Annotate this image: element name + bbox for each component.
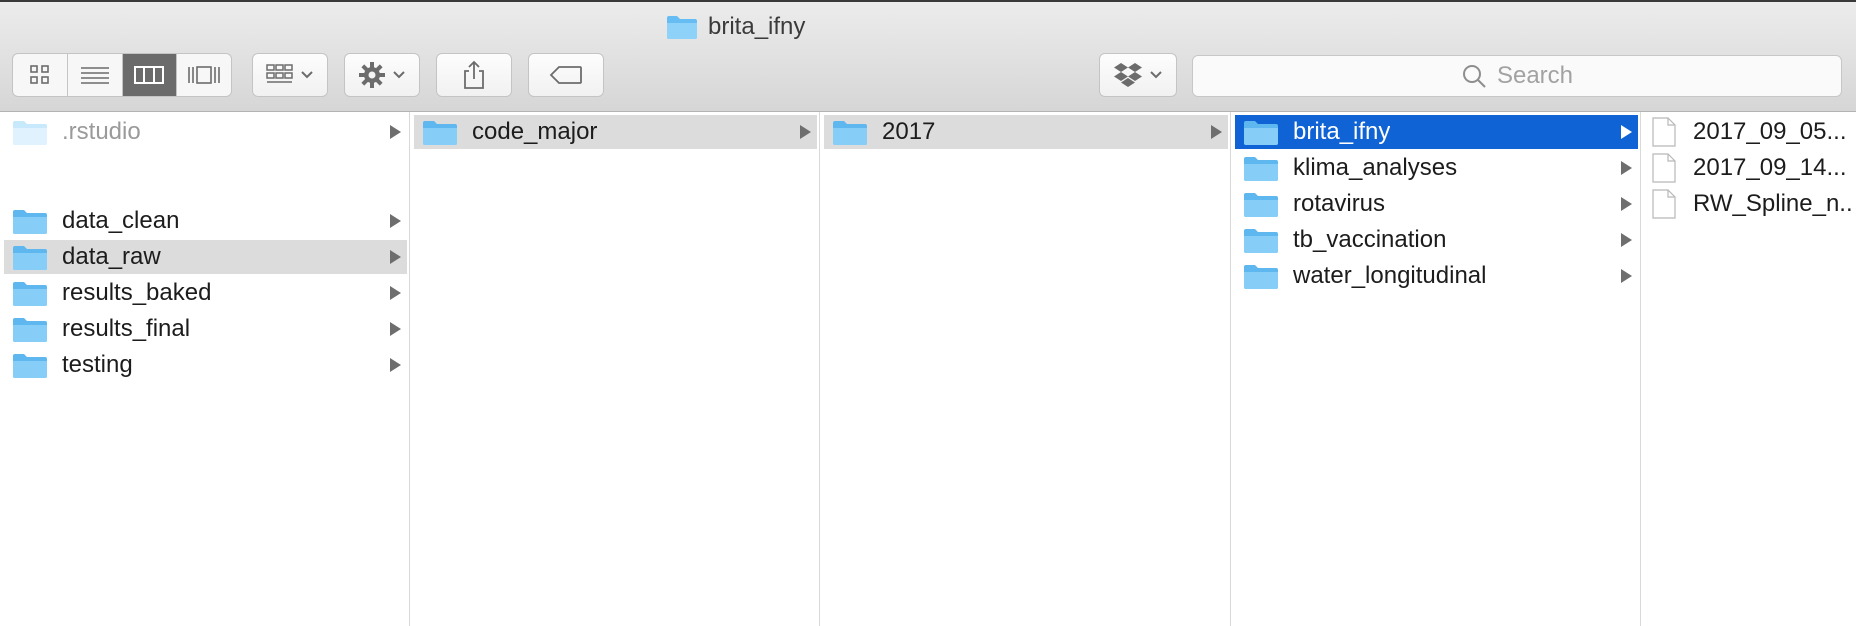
disclosure-arrow-icon xyxy=(390,214,401,228)
action-button[interactable] xyxy=(344,53,420,97)
folder-icon xyxy=(13,121,47,145)
item-name: results_final xyxy=(62,315,191,342)
folder-row[interactable]: testing xyxy=(4,348,407,382)
item-name: tb_vaccination xyxy=(1293,226,1447,253)
item-name: testing xyxy=(62,351,133,378)
item-name: 2017_09_14... xyxy=(1693,154,1847,181)
item-name: klima_analyses xyxy=(1293,154,1458,181)
disclosure-arrow-icon xyxy=(1621,197,1632,211)
folder-icon xyxy=(13,318,47,342)
column-5[interactable]: 2017_09_05... 2017_09_14... RW_Spline_n... xyxy=(1641,112,1856,626)
column-2[interactable]: code_major xyxy=(410,112,820,626)
item-name: water_longitudinal xyxy=(1293,262,1487,289)
folder-row[interactable]: water_longitudinal xyxy=(1235,259,1638,293)
folder-row[interactable]: brita_ifny xyxy=(1235,115,1638,149)
folder-icon xyxy=(667,16,697,39)
dropbox-button[interactable] xyxy=(1099,53,1177,97)
document-icon xyxy=(1652,189,1676,219)
list-icon xyxy=(80,67,109,84)
gallery-icon xyxy=(188,66,220,84)
file-row[interactable]: RW_Spline_n... xyxy=(1645,187,1854,221)
folder-row[interactable]: data_clean xyxy=(4,204,407,238)
folder-row[interactable]: .rstudio xyxy=(4,115,407,149)
folder-row[interactable]: 2017 xyxy=(824,115,1228,149)
dropbox-icon xyxy=(1114,63,1142,87)
item-name: results_baked xyxy=(62,279,212,306)
share-icon xyxy=(464,60,484,89)
disclosure-arrow-icon xyxy=(390,322,401,336)
folder-row[interactable]: tb_vaccination xyxy=(1235,223,1638,257)
folder-icon xyxy=(13,354,47,378)
item-name: 2017_09_05... xyxy=(1693,118,1847,145)
item-name: data_raw xyxy=(62,243,161,270)
item-name: 2017 xyxy=(882,118,936,145)
tag-icon xyxy=(549,66,582,84)
folder-row[interactable]: klima_analyses xyxy=(1235,151,1638,185)
folder-icon xyxy=(1244,229,1278,253)
folder-icon xyxy=(423,121,457,145)
search-placeholder: Search xyxy=(1496,62,1574,89)
folder-icon xyxy=(13,246,47,270)
column-browser: .rstudio data_clean data_raw results_baked r… xyxy=(0,112,1856,626)
gallery-view-button[interactable] xyxy=(177,54,231,96)
item-name: code_major xyxy=(472,118,598,145)
window-toolbar: brita_ifny Search xyxy=(0,0,1856,112)
disclosure-arrow-icon xyxy=(1621,125,1632,139)
item-name: brita_ifny xyxy=(1293,118,1391,145)
item-name: .rstudio xyxy=(62,118,141,145)
column-3[interactable]: 2017 xyxy=(820,112,1231,626)
window-title: brita_ifny xyxy=(666,12,805,42)
arrange-button[interactable] xyxy=(252,53,328,97)
disclosure-arrow-icon xyxy=(800,125,811,139)
arrange-icon xyxy=(266,64,293,83)
folder-icon xyxy=(1244,265,1278,289)
item-name: data_clean xyxy=(62,207,180,234)
view-mode-control xyxy=(12,53,232,97)
folder-row[interactable]: results_final xyxy=(4,312,407,346)
document-icon xyxy=(1652,153,1676,183)
search-field[interactable]: Search xyxy=(1192,55,1842,97)
file-row[interactable]: 2017_09_05... xyxy=(1645,115,1854,149)
columns-icon xyxy=(134,66,165,84)
folder-icon xyxy=(13,282,47,306)
disclosure-arrow-icon xyxy=(390,250,401,264)
chevron-down-icon xyxy=(301,71,313,79)
document-icon xyxy=(1652,117,1676,147)
grid-icon xyxy=(30,65,49,84)
column-4[interactable]: brita_ifny klima_analyses rotavirus tb_vacc… xyxy=(1231,112,1641,626)
disclosure-arrow-icon xyxy=(390,358,401,372)
column-view-button[interactable] xyxy=(122,54,178,96)
folder-icon xyxy=(1244,157,1278,181)
folder-row[interactable]: rotavirus xyxy=(1235,187,1638,221)
tag-button[interactable] xyxy=(528,53,604,97)
item-name: RW_Spline_n... xyxy=(1693,190,1854,217)
icon-view-button[interactable] xyxy=(13,54,68,96)
folder-icon xyxy=(833,121,867,145)
folder-row[interactable]: data_raw xyxy=(4,240,407,274)
folder-icon xyxy=(13,210,47,234)
chevron-down-icon xyxy=(1150,71,1162,79)
window-title-text: brita_ifny xyxy=(708,13,806,40)
disclosure-arrow-icon xyxy=(1621,269,1632,283)
disclosure-arrow-icon xyxy=(390,286,401,300)
file-row[interactable]: 2017_09_14... xyxy=(1645,151,1854,185)
chevron-down-icon xyxy=(393,71,405,79)
disclosure-arrow-icon xyxy=(390,125,401,139)
gear-icon xyxy=(359,62,385,88)
search-icon xyxy=(1462,65,1486,88)
disclosure-arrow-icon xyxy=(1621,233,1632,247)
disclosure-arrow-icon xyxy=(1211,125,1222,139)
list-view-button[interactable] xyxy=(68,54,123,96)
item-name: rotavirus xyxy=(1293,190,1386,217)
folder-icon xyxy=(1244,193,1278,217)
folder-row[interactable]: results_baked xyxy=(4,276,407,310)
folder-row[interactable]: code_major xyxy=(414,115,817,149)
disclosure-arrow-icon xyxy=(1621,161,1632,175)
share-button[interactable] xyxy=(436,53,512,97)
folder-icon xyxy=(1244,121,1278,145)
column-1[interactable]: .rstudio data_clean data_raw results_bakedr… xyxy=(0,112,410,626)
